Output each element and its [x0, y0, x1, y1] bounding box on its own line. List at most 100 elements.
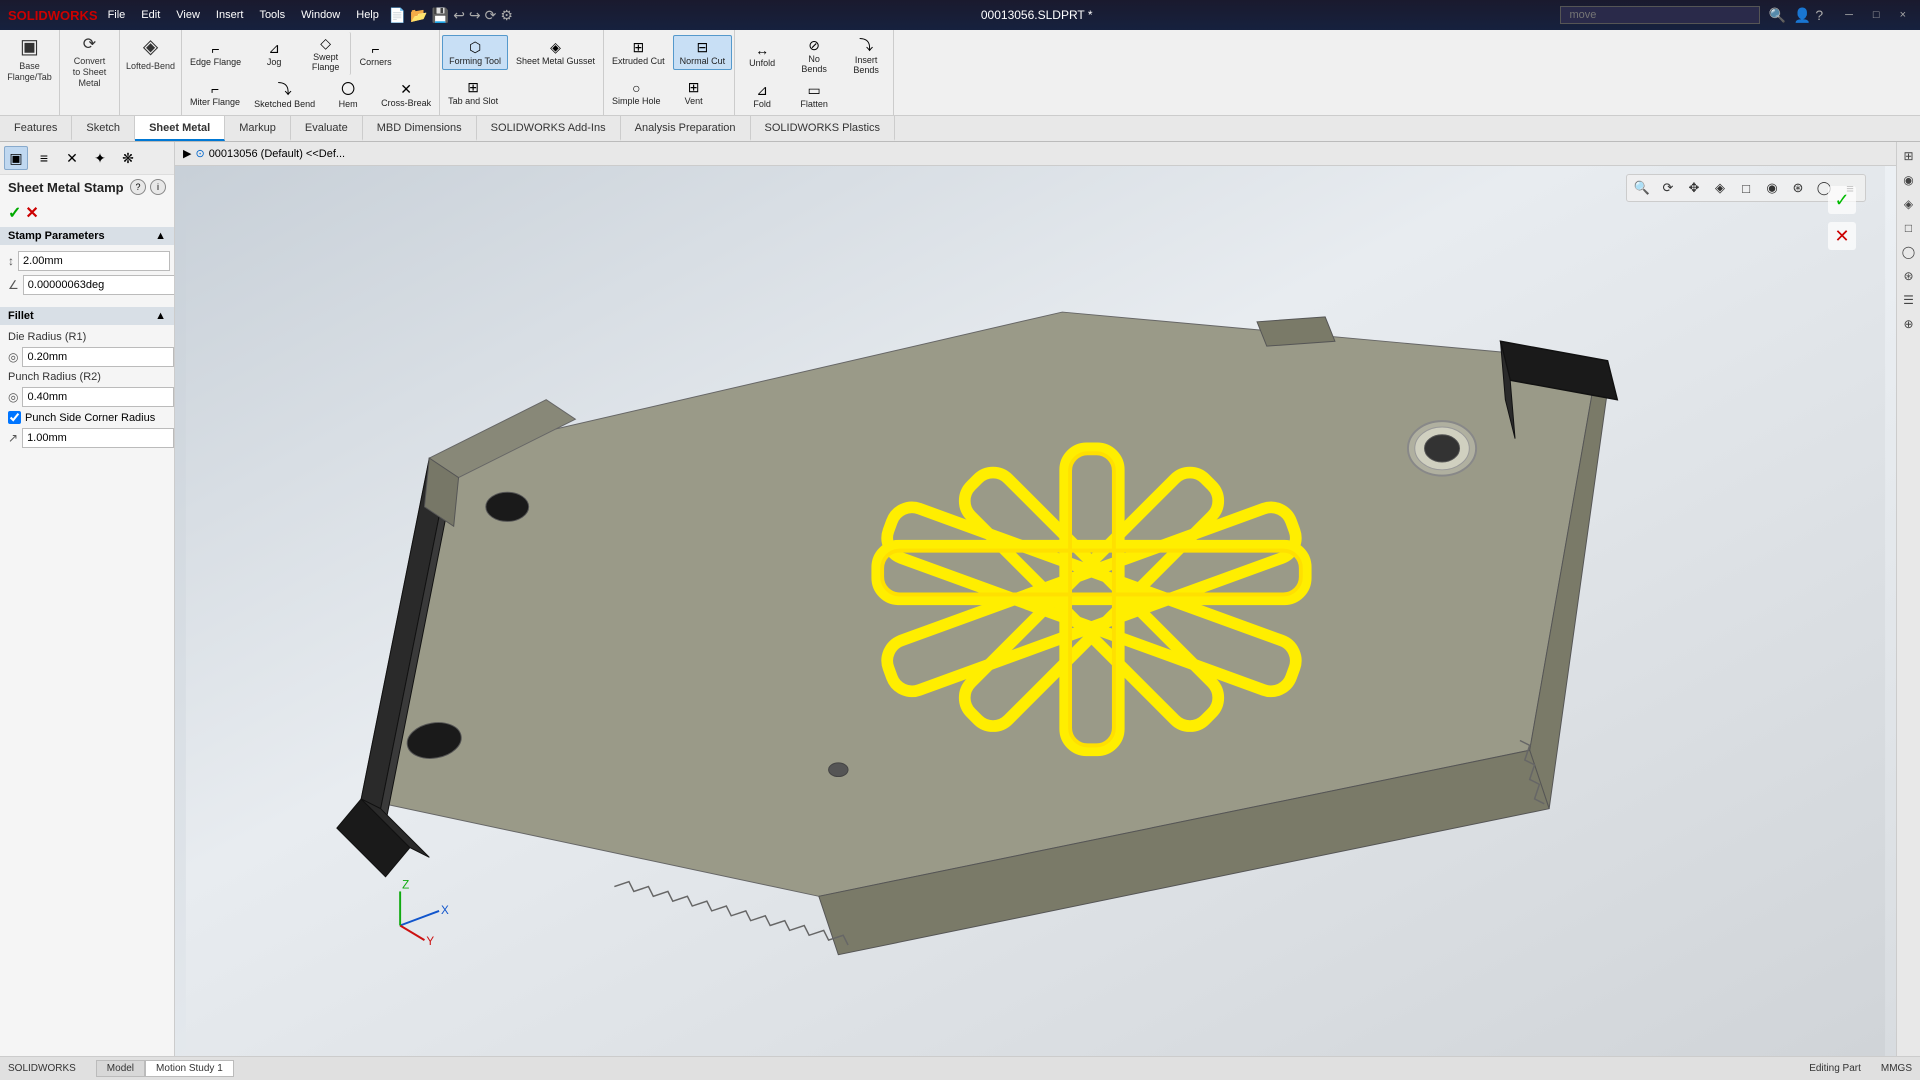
toolbar-hem[interactable]: 〇 Hem: [323, 76, 373, 112]
toolbar-simple-hole[interactable]: ○ Simple Hole: [606, 77, 667, 109]
toolbar-vent[interactable]: ⊞ Vent: [669, 76, 719, 109]
tab-analysis-preparation[interactable]: Analysis Preparation: [621, 116, 751, 141]
toolbar-unfold[interactable]: ↔ Unfold: [737, 39, 787, 71]
toolbar-normal-cut[interactable]: ⊟ Normal Cut: [673, 35, 733, 70]
status-tab-model[interactable]: Model: [96, 1060, 145, 1077]
vp-zoom-icon[interactable]: 🔍: [1631, 177, 1653, 199]
tab-solidworks-addins[interactable]: SOLIDWORKS Add-Ins: [477, 116, 621, 141]
tab-mbd-dimensions[interactable]: MBD Dimensions: [363, 116, 477, 141]
base-flange-icon: ▣: [20, 34, 39, 59]
menu-help[interactable]: Help: [356, 9, 379, 21]
panel-tool-plus[interactable]: ✦: [88, 146, 112, 170]
tab-sketch[interactable]: Sketch: [72, 116, 135, 141]
open-icon[interactable]: 📂: [410, 7, 427, 24]
edge-flange-icon: ⌐: [211, 41, 219, 57]
right-tool-7[interactable]: ☰: [1899, 290, 1919, 310]
vp-display-icon[interactable]: ◈: [1709, 177, 1731, 199]
toolbar-edge-flange[interactable]: ⌐ Edge Flange: [184, 38, 247, 70]
status-tab-motion[interactable]: Motion Study 1: [145, 1060, 234, 1077]
help-icon-question[interactable]: ?: [130, 179, 146, 195]
toolbar-forming-tool[interactable]: ⬡ Forming Tool: [442, 35, 508, 70]
undo-icon[interactable]: ↩: [453, 7, 465, 24]
panel-tool-select[interactable]: ▣: [4, 146, 28, 170]
toolbar-fold[interactable]: ⊿ Fold: [737, 79, 787, 112]
tab-markup[interactable]: Markup: [225, 116, 291, 141]
tab-sheet-metal[interactable]: Sheet Metal: [135, 116, 225, 141]
punch-side-input[interactable]: [22, 428, 174, 448]
help-icon-info[interactable]: i: [150, 179, 166, 195]
toolbar-jog[interactable]: ⊿ Jog: [249, 37, 299, 70]
overlay-accept-button[interactable]: ✓: [1828, 186, 1856, 214]
new-icon[interactable]: 📄: [389, 7, 406, 24]
vp-section-icon[interactable]: ⊛: [1787, 177, 1809, 199]
toolbar-insert-bends[interactable]: ⤵ InsertBends: [841, 32, 891, 78]
depth-input[interactable]: [18, 251, 170, 271]
save-icon[interactable]: 💾: [432, 7, 449, 24]
fillet-content: Die Radius (R1) ◎ ▾ ▲ ▼ Punch Radius (R2…: [0, 325, 174, 458]
toolbar-convert[interactable]: ⟳ Convertto SheetMetal: [60, 30, 120, 115]
toolbar-corners[interactable]: ⌐ Corners: [353, 38, 398, 70]
panel-tool-star[interactable]: ❋: [116, 146, 140, 170]
toolbar-miter-flange[interactable]: ⌐ Miter Flange: [184, 78, 246, 110]
miter-flange-icon: ⌐: [211, 81, 219, 97]
rebuild-icon[interactable]: ⟳: [485, 7, 497, 24]
menu-edit[interactable]: Edit: [141, 9, 160, 21]
search-input[interactable]: [1560, 6, 1760, 24]
close-button[interactable]: ×: [1894, 9, 1912, 21]
lofted-bend-icon: ◈: [143, 34, 158, 59]
toolbar-sheet-metal-gusset[interactable]: ◈ Sheet Metal Gusset: [510, 36, 601, 69]
toolbar-no-bends[interactable]: ⊘ NoBends: [789, 34, 839, 77]
right-tool-2[interactable]: ◉: [1899, 170, 1919, 190]
search-icon[interactable]: 🔍: [1768, 7, 1785, 24]
tab-solidworks-plastics[interactable]: SOLIDWORKS Plastics: [751, 116, 896, 141]
menu-file[interactable]: File: [108, 9, 126, 21]
toolbar-extruded-cut[interactable]: ⊞ Extruded Cut: [606, 36, 671, 69]
overlay-reject-button[interactable]: ✕: [1828, 222, 1856, 250]
right-tool-8[interactable]: ⊕: [1899, 314, 1919, 334]
toolbar-flatten[interactable]: ▭ Flatten: [789, 79, 839, 112]
menu-view[interactable]: View: [176, 9, 200, 21]
cancel-button[interactable]: ✕: [25, 203, 38, 223]
vp-light-icon[interactable]: ◉: [1761, 177, 1783, 199]
options-icon[interactable]: ⚙: [500, 7, 513, 24]
fillet-header[interactable]: Fillet ▲: [0, 307, 174, 325]
menu-window[interactable]: Window: [301, 9, 340, 21]
panel-tool-list[interactable]: ≡: [32, 146, 56, 170]
toolbar-sketched-bend[interactable]: ⤵ Sketched Bend: [248, 76, 321, 112]
right-tool-6[interactable]: ⊛: [1899, 266, 1919, 286]
right-tool-3[interactable]: ◈: [1899, 194, 1919, 214]
toolbar-base-flange[interactable]: ▣ BaseFlange/Tab: [0, 30, 60, 115]
maximize-button[interactable]: □: [1867, 9, 1886, 21]
main-toolbar: ▣ BaseFlange/Tab ⟳ Convertto SheetMetal …: [0, 30, 1920, 116]
vp-view-icon[interactable]: □: [1735, 177, 1757, 199]
base-flange-label: BaseFlange/Tab: [7, 61, 52, 83]
panel-tool-close[interactable]: ✕: [60, 146, 84, 170]
right-tool-5[interactable]: ◯: [1899, 242, 1919, 262]
tab-evaluate[interactable]: Evaluate: [291, 116, 363, 141]
vp-pan-icon[interactable]: ✥: [1683, 177, 1705, 199]
menu-tools[interactable]: Tools: [259, 9, 285, 21]
toolbar-cross-break[interactable]: ✕ Cross-Break: [375, 78, 437, 111]
right-tool-4[interactable]: □: [1899, 218, 1919, 238]
minimize-button[interactable]: ─: [1839, 9, 1859, 21]
punch-radius-input[interactable]: [22, 387, 174, 407]
help-icon[interactable]: ?: [1815, 7, 1823, 23]
angle-input[interactable]: [23, 275, 175, 295]
toolbar-swept-flange[interactable]: ◇ SweptFlange: [301, 32, 351, 75]
menu-insert[interactable]: Insert: [216, 9, 244, 21]
viewport[interactable]: X Y Z 🔍 ⟳ ✥ ◈ □ ◉ ⊛ ◯ ≡ ✓ ✕: [175, 166, 1896, 1056]
die-radius-input[interactable]: [22, 347, 174, 367]
toolbar-lofted-bend[interactable]: ◈ Lofted-Bend: [120, 30, 182, 115]
right-tool-1[interactable]: ⊞: [1899, 146, 1919, 166]
redo-icon[interactable]: ↪: [469, 7, 481, 24]
editing-status: Editing Part: [1809, 1063, 1861, 1074]
vp-rotate-icon[interactable]: ⟳: [1657, 177, 1679, 199]
accept-button[interactable]: ✓: [8, 203, 21, 223]
tab-features[interactable]: Features: [0, 116, 72, 141]
punch-side-checkbox[interactable]: [8, 411, 21, 424]
toolbar-tab-slot[interactable]: ⊞ Tab and Slot: [442, 76, 504, 109]
forming-tool-icon: ⬡: [469, 39, 481, 56]
profile-icon[interactable]: 👤: [1794, 7, 1811, 24]
punch-radius-icon: ◎: [8, 390, 18, 404]
stamp-params-header[interactable]: Stamp Parameters ▲: [0, 227, 174, 245]
